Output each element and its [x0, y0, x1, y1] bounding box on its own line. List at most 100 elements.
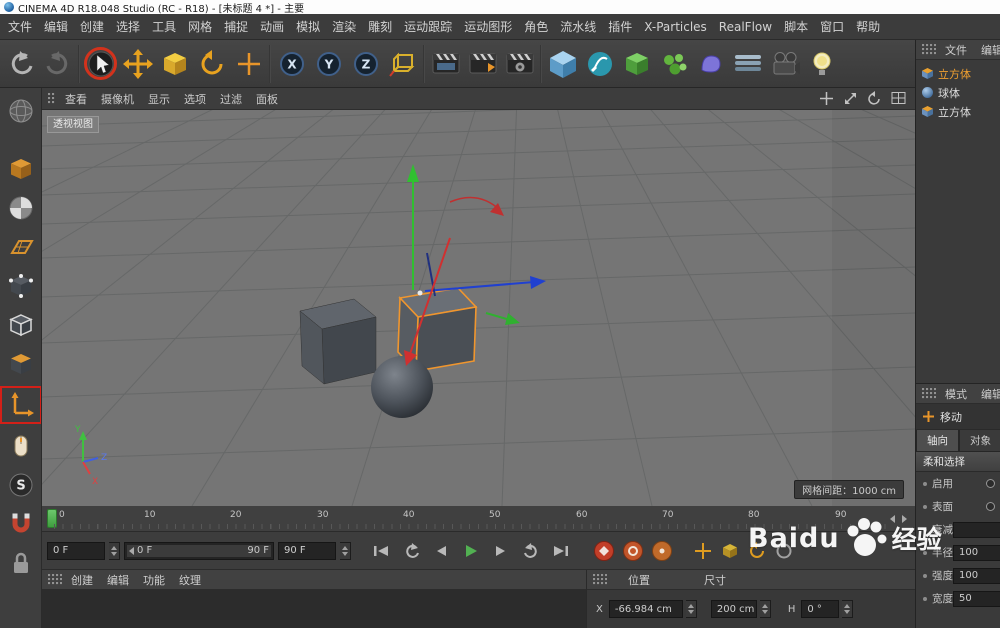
value-stepper[interactable]: [686, 600, 697, 618]
undo-button[interactable]: [2, 42, 39, 86]
menubar-item[interactable]: 插件: [602, 18, 638, 35]
object-menu-item[interactable]: 编辑: [974, 42, 1000, 58]
play-button[interactable]: [458, 539, 484, 563]
floor-button[interactable]: [729, 42, 766, 86]
menubar-item[interactable]: 角色: [518, 18, 554, 35]
lock-z-button[interactable]: Z: [347, 42, 384, 86]
snap-badge-button[interactable]: S: [5, 470, 37, 500]
rotate-tool-button[interactable]: [193, 42, 230, 86]
render-settings-button[interactable]: [501, 42, 538, 86]
viewport-menu-item[interactable]: 选项: [177, 91, 213, 107]
menubar-item[interactable]: 工具: [146, 18, 182, 35]
workplane-mode-button[interactable]: [5, 232, 37, 262]
material-list[interactable]: [42, 590, 586, 628]
range-left-handle-icon[interactable]: [129, 547, 134, 555]
axis-mode-button[interactable]: [5, 390, 37, 420]
menubar-item[interactable]: X-Particles: [638, 20, 713, 34]
polygons-mode-button[interactable]: [5, 349, 37, 379]
model-mode-button[interactable]: [5, 154, 37, 184]
strength-field[interactable]: 100: [953, 568, 1000, 584]
panel-grip[interactable]: [922, 44, 936, 56]
object-menu-item[interactable]: 文件: [938, 42, 974, 58]
pan-view-icon[interactable]: [819, 91, 834, 106]
menubar-item[interactable]: 编辑: [38, 18, 74, 35]
menubar-item[interactable]: 脚本: [778, 18, 814, 35]
timeline-ruler[interactable]: 0 10 20 30 40 50 60 70 80 90: [42, 506, 915, 532]
viewport-menu-item[interactable]: 显示: [141, 91, 177, 107]
attribute-menu-item[interactable]: 模式: [938, 386, 974, 402]
menubar-item[interactable]: 选择: [110, 18, 146, 35]
menubar-item[interactable]: 雕刻: [362, 18, 398, 35]
rotation-h-field[interactable]: 0 °: [801, 600, 839, 618]
rotate-view-icon[interactable]: [867, 91, 882, 106]
frame-range-slider[interactable]: 0 F 90 F: [124, 542, 274, 560]
redo-button[interactable]: [39, 42, 76, 86]
panel-grip[interactable]: [922, 388, 936, 400]
material-menu-item[interactable]: 纹理: [172, 572, 208, 588]
mograph-button[interactable]: [655, 42, 692, 86]
viewport-canvas[interactable]: Y Z X: [42, 110, 915, 506]
menubar-item[interactable]: 渲染: [326, 18, 362, 35]
menubar-item[interactable]: 帮助: [850, 18, 886, 35]
record-scale-button[interactable]: [718, 539, 741, 563]
render-picture-viewer-button[interactable]: [464, 42, 501, 86]
viewport-solo-button[interactable]: [5, 431, 37, 461]
tab-object[interactable]: 对象: [959, 430, 1000, 451]
recent-tool-button[interactable]: [230, 42, 267, 86]
panel-grip[interactable]: [593, 574, 607, 586]
zoom-view-icon[interactable]: [843, 91, 858, 106]
deformer-button[interactable]: [692, 42, 729, 86]
menubar-item[interactable]: 运动图形: [458, 18, 518, 35]
render-view-button[interactable]: [427, 42, 464, 86]
menubar-item[interactable]: 创建: [74, 18, 110, 35]
edges-mode-button[interactable]: [5, 310, 37, 340]
object-row[interactable]: 立方体: [916, 102, 1000, 121]
radius-field[interactable]: 100: [953, 545, 1000, 561]
magnet-snap-button[interactable]: [5, 509, 37, 539]
light-button[interactable]: [803, 42, 840, 86]
frame-stepper[interactable]: [109, 542, 120, 560]
menubar-item[interactable]: 窗口: [814, 18, 850, 35]
object-row[interactable]: 立方体: [916, 64, 1000, 83]
camera-button[interactable]: [766, 42, 803, 86]
position-x-field[interactable]: -66.984 cm: [609, 600, 683, 618]
size-x-field[interactable]: 200 cm: [711, 600, 757, 618]
record-parameter-button[interactable]: [772, 539, 795, 563]
viewport-menu-item[interactable]: 面板: [249, 91, 285, 107]
goto-start-button[interactable]: [368, 539, 394, 563]
pen-tool-button[interactable]: [581, 42, 618, 86]
next-frame-button[interactable]: [488, 539, 514, 563]
viewport[interactable]: Y Z X 透视视图 网格间距：1000 cm: [42, 110, 915, 506]
timeline-scroll-right-icon[interactable]: [902, 515, 907, 523]
menubar-item[interactable]: 捕捉: [218, 18, 254, 35]
width-field[interactable]: 50: [953, 591, 1000, 607]
value-stepper[interactable]: [760, 600, 771, 618]
enable-toggle[interactable]: [986, 479, 995, 488]
lock-x-button[interactable]: X: [273, 42, 310, 86]
menubar-item[interactable]: 动画: [254, 18, 290, 35]
soft-selection-section[interactable]: 柔和选择: [916, 452, 1000, 472]
make-editable-button[interactable]: [5, 96, 37, 126]
keyframe-selection-button[interactable]: [649, 538, 674, 563]
menubar-item[interactable]: 运动跟踪: [398, 18, 458, 35]
viewport-menu-item[interactable]: 摄像机: [94, 91, 141, 107]
cube-object[interactable]: [300, 299, 376, 384]
menubar-item[interactable]: 文件: [2, 18, 38, 35]
record-rotation-button[interactable]: [745, 539, 768, 563]
material-menu-item[interactable]: 创建: [64, 572, 100, 588]
add-cube-button[interactable]: [544, 42, 581, 86]
texture-mode-button[interactable]: [5, 193, 37, 223]
scale-tool-button[interactable]: [156, 42, 193, 86]
panel-grip[interactable]: [48, 574, 62, 586]
frame-stepper[interactable]: [340, 542, 351, 560]
material-menu-item[interactable]: 编辑: [100, 572, 136, 588]
surface-toggle[interactable]: [986, 502, 995, 511]
current-frame-field[interactable]: 0 F: [47, 542, 105, 560]
view-label[interactable]: 透视视图: [47, 116, 99, 133]
end-frame-field[interactable]: 90 F: [278, 542, 336, 560]
menubar-item[interactable]: 流水线: [554, 18, 602, 35]
viewport-menu-item[interactable]: 查看: [58, 91, 94, 107]
coordinate-system-button[interactable]: [384, 42, 421, 86]
timeline-scroll-left-icon[interactable]: [890, 515, 895, 523]
tab-axis[interactable]: 轴向: [916, 430, 959, 451]
